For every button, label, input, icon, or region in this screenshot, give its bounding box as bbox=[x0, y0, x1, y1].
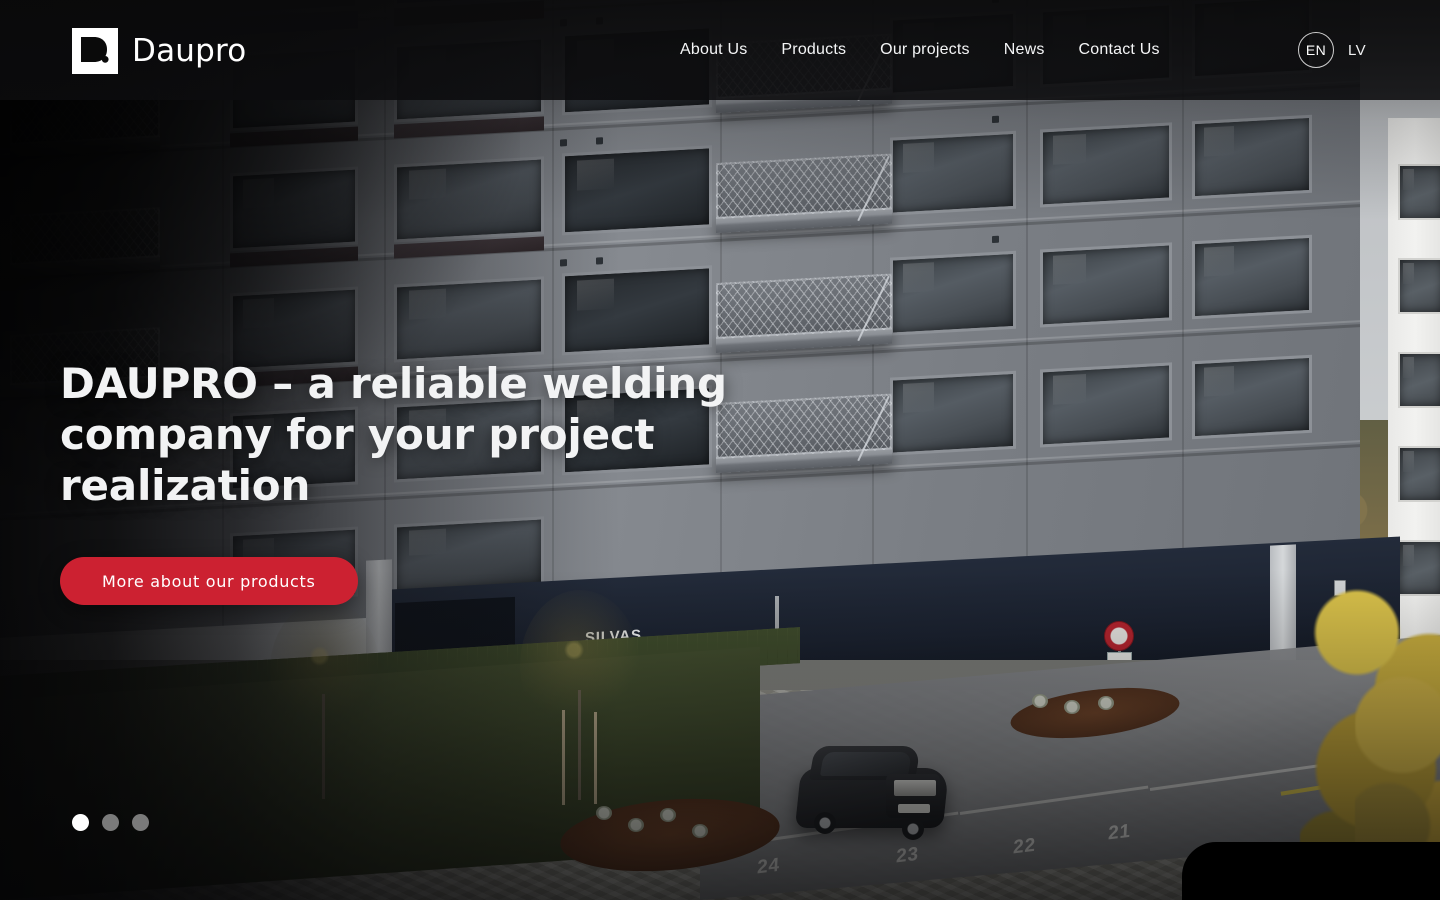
nav-item-contact-us[interactable]: Contact Us bbox=[1062, 41, 1177, 59]
more-about-our-products-button[interactable]: More about our products bbox=[60, 557, 358, 605]
daupro-d-dot-logo-icon bbox=[72, 28, 118, 74]
brand-name: Daupro bbox=[132, 32, 247, 69]
nav-item-our-projects[interactable]: Our projects bbox=[863, 41, 987, 59]
carousel-dot-3[interactable] bbox=[132, 814, 149, 831]
brand-logo-link[interactable]: Daupro bbox=[72, 28, 246, 74]
nav-item-products[interactable]: Products bbox=[764, 41, 863, 59]
bottom-right-widget-panel[interactable] bbox=[1182, 842, 1440, 900]
nav-item-news[interactable]: News bbox=[987, 41, 1062, 59]
carousel-pagination bbox=[72, 814, 149, 831]
language-switcher: EN LV bbox=[1297, 0, 1368, 100]
nav-item-about-us[interactable]: About Us bbox=[680, 41, 764, 59]
main-navigation: About Us Products Our projects News Cont… bbox=[680, 0, 1177, 100]
hero-section: DAUPRO – a reliable welding company for … bbox=[60, 358, 890, 605]
hero-headline: DAUPRO – a reliable welding company for … bbox=[60, 359, 727, 510]
carousel-dot-1[interactable] bbox=[72, 814, 89, 831]
language-option-en-active[interactable]: EN bbox=[1297, 32, 1334, 68]
language-option-lv[interactable]: LV bbox=[1346, 42, 1368, 59]
page-root: SILVAS NAMI 2 24 23 22 21 bbox=[0, 0, 1440, 900]
site-header: Daupro About Us Products Our projects Ne… bbox=[0, 0, 1440, 100]
carousel-dot-2[interactable] bbox=[102, 814, 119, 831]
